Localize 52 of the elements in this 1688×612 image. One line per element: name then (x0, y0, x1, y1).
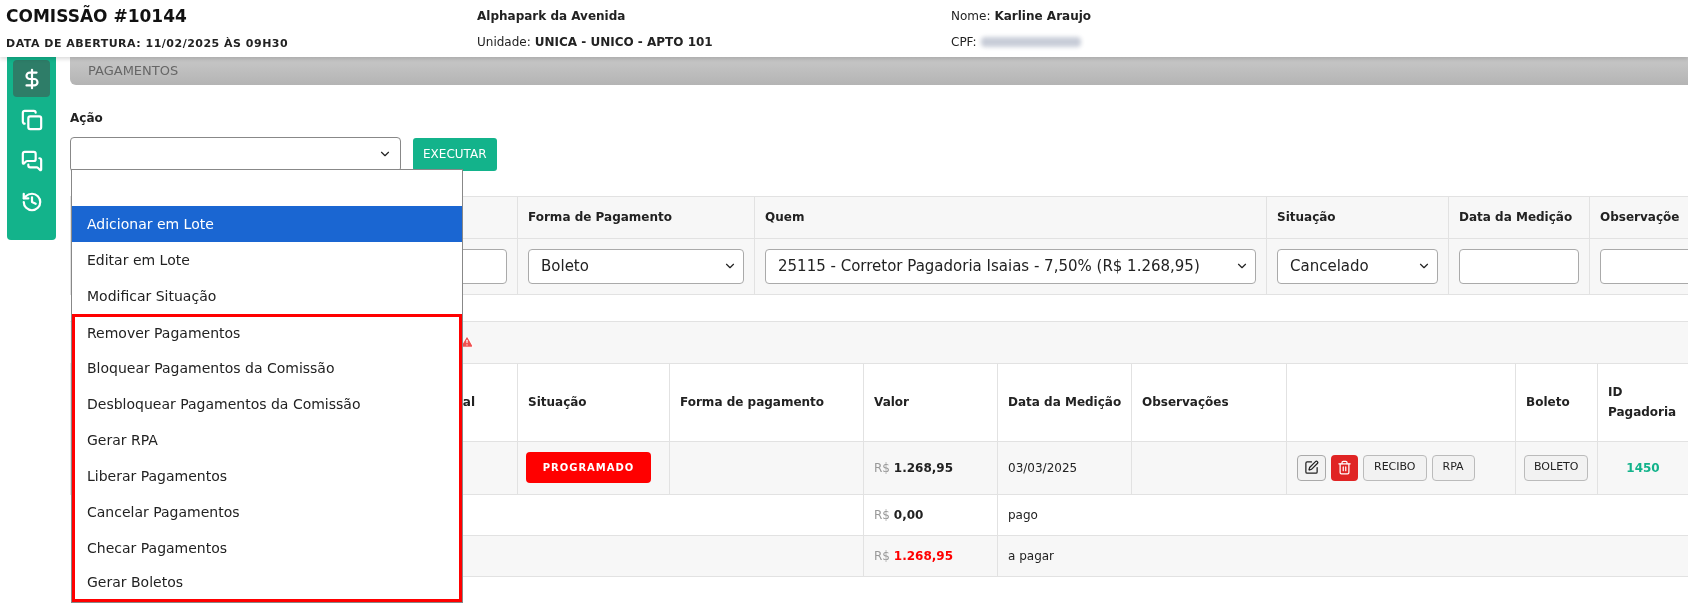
column-header: Quem (754, 196, 1267, 238)
total-label: pago (1008, 507, 1038, 522)
dropdown-option[interactable]: Adicionar em Lote (72, 206, 462, 242)
edit-button[interactable] (1297, 454, 1326, 481)
input-field[interactable] (1459, 248, 1579, 284)
dropdown-option[interactable]: Gerar RPA (72, 422, 462, 458)
cpf-label: CPF: (951, 34, 977, 51)
dropdown-option[interactable]: Modificar Situação (72, 278, 462, 314)
total-label: a pagar (1008, 548, 1055, 563)
unit-value: UNICA - UNICO - APTO 101 (534, 34, 713, 51)
client-name: Karline Araujo (994, 8, 1092, 25)
column-header: Valor (863, 363, 998, 441)
column-header: Forma de Pagamento (517, 196, 755, 238)
column-header: Data da Medição (997, 363, 1132, 441)
column-header: Observações (1131, 363, 1287, 441)
column-header: Forma de pagamento (669, 363, 864, 441)
column-header: Boleto (1515, 363, 1598, 441)
total-amount: R$ 1.268,95 (874, 548, 954, 563)
name-label: Nome: (951, 8, 991, 25)
dropdown-option[interactable]: Bloquear Pagamentos da Comissão (72, 350, 462, 386)
document-button[interactable]: RECIBO (1363, 454, 1427, 481)
trash-icon (1337, 460, 1352, 475)
payment-id: 1450 (1626, 460, 1660, 475)
delete-button[interactable] (1331, 454, 1358, 481)
dropdown-option[interactable]: Cancelar Pagamentos (72, 494, 462, 530)
dollar-icon[interactable] (13, 60, 50, 97)
column-header: Observaçõe (1589, 196, 1688, 238)
opening-date: DATA DE ABERTURA: 11/02/2025 ÀS 09H30 (6, 35, 290, 52)
column-header: Situação (1266, 196, 1449, 238)
amount-cell: R$ 1.268,95 (874, 460, 954, 475)
select-field[interactable]: Cancelado (1277, 248, 1438, 284)
dropdown-option[interactable]: Gerar Boletos (72, 566, 462, 602)
boleto-button[interactable]: BOLETO (1524, 454, 1589, 481)
select-field[interactable]: Boleto (528, 248, 744, 284)
action-label: Ação (70, 111, 103, 125)
select-field[interactable]: 25115 - Corretor Pagadoria Isaias - 7,50% (R$ 1.268,95) (765, 248, 1256, 284)
unit-label: Unidade: (477, 34, 531, 51)
dropdown-option[interactable]: Remover Pagamentos (72, 314, 462, 350)
column-header: ID Pagadoria (1597, 363, 1688, 441)
edit-icon (1304, 460, 1319, 475)
commission-title: COMISSÃO #10144 (6, 4, 188, 28)
dropdown-option[interactable]: Checar Pagamentos (72, 530, 462, 566)
dropdown-option[interactable]: Desbloquear Pagamentos da Comissão (72, 386, 462, 422)
status-badge: PROGRAMADO (526, 452, 651, 483)
column-header: Situação (517, 363, 670, 441)
document-button[interactable]: RPA (1431, 454, 1475, 481)
column-header: Data da Medição (1448, 196, 1590, 238)
input-field[interactable] (1600, 248, 1688, 284)
total-amount: R$ 0,00 (874, 507, 924, 522)
panel-title: PAGAMENTOS (88, 62, 179, 81)
date-cell: 03/03/2025 (1008, 460, 1078, 475)
development-name: Alphapark da Avenida (477, 8, 627, 25)
